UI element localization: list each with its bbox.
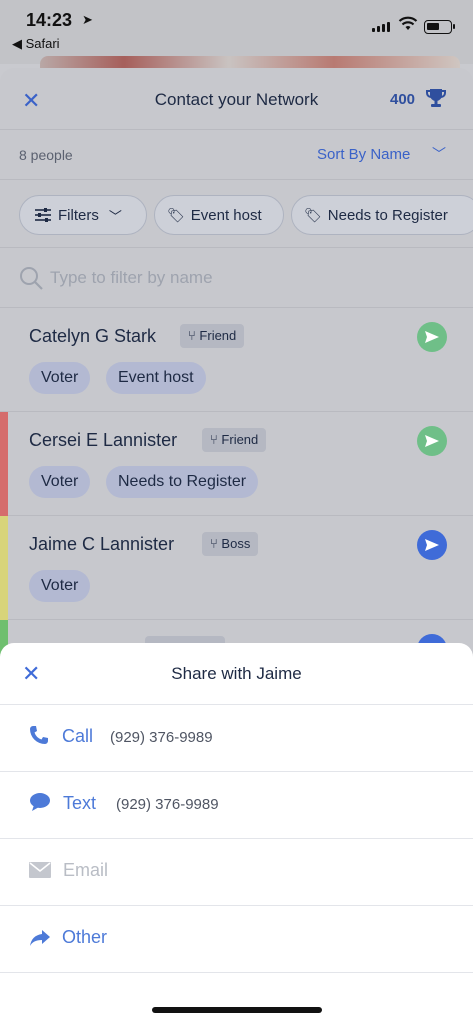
chip-label: Needs to Register xyxy=(327,206,448,224)
contact-name: Catelyn G Stark xyxy=(29,326,157,346)
contact-row[interactable]: Catelyn G Stark ⑂ Friend Voter Event hos… xyxy=(0,308,473,412)
share-option-label: Email xyxy=(63,860,109,880)
search-icon xyxy=(20,267,43,290)
relation-badge: ⑂ Boss xyxy=(202,532,259,556)
envelope-icon xyxy=(29,862,51,878)
share-sheet-title: Share with Jaime xyxy=(171,664,302,683)
points-count: 400 xyxy=(390,91,416,108)
status-color-bar xyxy=(0,516,8,620)
status-time: 14:23 xyxy=(26,10,73,30)
status-color-bar xyxy=(0,412,8,516)
share-option-label: Other xyxy=(62,927,108,947)
share-option-text[interactable]: Text (929) 376-9989 xyxy=(0,772,473,839)
tag-icon: 🏷 xyxy=(167,206,185,223)
search-bar xyxy=(0,248,473,308)
filter-chips-bar: Filters ﹀ 🏷 Event host 🏷 Needs to Regist… xyxy=(0,180,473,248)
send-button[interactable] xyxy=(417,426,447,456)
contact-name: Jaime C Lannister xyxy=(29,534,175,554)
contact-tag: Needs to Register xyxy=(106,466,259,498)
send-button[interactable] xyxy=(417,530,447,560)
contact-name: Cersei E Lannister xyxy=(29,430,178,450)
chevron-down-icon: ﹀ xyxy=(108,208,122,224)
send-icon xyxy=(425,331,439,343)
contact-tag: Voter xyxy=(29,362,91,394)
send-icon xyxy=(425,435,439,447)
share-option-other[interactable]: Other xyxy=(0,906,473,973)
back-to-safari-link[interactable]: ◀ Safari xyxy=(12,36,60,52)
chat-bubble-icon xyxy=(30,793,50,811)
chevron-down-icon[interactable]: ﹀ xyxy=(432,144,446,164)
tag-icon: 🏷 xyxy=(304,206,322,223)
phone-icon xyxy=(30,726,48,744)
contact-row[interactable]: Jaime C Lannister ⑂ Boss Voter xyxy=(0,516,473,620)
send-icon xyxy=(425,539,439,551)
share-option-label: Call xyxy=(62,726,94,746)
contact-network-panel: ✕ Contact your Network 400 8 people Sort… xyxy=(0,68,473,658)
relation-badge: ⑂ Friend xyxy=(202,428,267,452)
filter-chip-needs-to-register[interactable]: 🏷 Needs to Register xyxy=(291,195,473,235)
sliders-icon xyxy=(35,208,51,222)
phone-number: (929) 376-9989 xyxy=(110,729,213,746)
contact-tag: Voter xyxy=(29,466,91,498)
phone-number: (929) 376-9989 xyxy=(116,796,219,813)
contact-tag: Voter xyxy=(29,570,91,602)
share-sheet: ✕ Share with Jaime Call (929) 376-9989 T… xyxy=(0,643,473,1024)
location-arrow-icon: ➤ xyxy=(82,12,93,27)
filter-chip-event-host[interactable]: 🏷 Event host xyxy=(154,195,284,235)
battery-icon xyxy=(424,20,455,34)
send-button[interactable] xyxy=(417,322,447,352)
share-option-email: Email xyxy=(0,839,473,906)
filters-button[interactable]: Filters ﹀ xyxy=(19,195,147,235)
trophy-icon xyxy=(426,89,446,107)
share-option-call[interactable]: Call (929) 376-9989 xyxy=(0,705,473,772)
panel-header: ✕ Contact your Network 400 xyxy=(0,68,473,130)
share-sheet-header: ✕ Share with Jaime xyxy=(0,643,473,705)
list-meta-bar: 8 people Sort By Name ﹀ xyxy=(0,130,473,180)
home-indicator[interactable] xyxy=(152,1007,322,1013)
wifi-icon xyxy=(398,16,418,30)
sort-by-dropdown[interactable]: Sort By Name xyxy=(317,146,410,163)
share-option-label: Text xyxy=(63,793,97,813)
people-count: 8 people xyxy=(19,147,73,163)
filters-label: Filters xyxy=(58,206,99,224)
status-bar: 14:23 ➤ ◀ Safari xyxy=(0,0,473,64)
contact-tag: Event host xyxy=(106,362,206,394)
search-input[interactable] xyxy=(50,264,450,292)
contact-row[interactable]: Cersei E Lannister ⑂ Friend Voter Needs … xyxy=(0,412,473,516)
cellular-signal-icon xyxy=(372,22,390,32)
chip-label: Event host xyxy=(190,206,262,224)
share-arrow-icon xyxy=(30,930,50,946)
relation-badge: ⑂ Friend xyxy=(180,324,245,348)
